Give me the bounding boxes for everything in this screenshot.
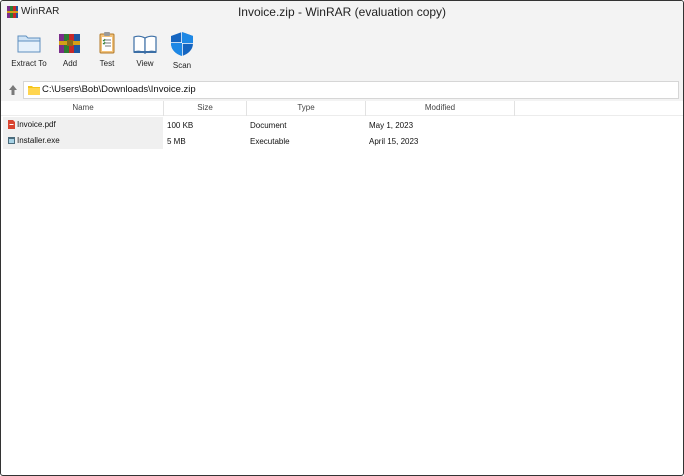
clipboard-checklist-icon	[99, 32, 115, 54]
column-name[interactable]: Name	[3, 103, 163, 112]
test-label: Test	[99, 59, 115, 68]
path-field[interactable]: C:\Users\Bob\Downloads\Invoice.zip	[23, 81, 679, 99]
column-type[interactable]: Type	[247, 103, 365, 112]
winrar-window: WinRAR Invoice.zip - WinRAR (evaluation …	[0, 0, 684, 476]
column-modified[interactable]: Modified	[366, 103, 514, 112]
view-label: View	[136, 59, 154, 68]
add-label: Add	[62, 59, 78, 68]
column-size[interactable]: Size	[164, 103, 246, 112]
up-arrow-icon[interactable]	[7, 83, 19, 97]
exe-file-icon	[8, 137, 15, 144]
column-header: Name Size Type Modified	[1, 101, 683, 116]
pdf-file-icon	[8, 120, 15, 129]
test-button[interactable]: Test	[93, 31, 121, 68]
file-size: 5 MB	[167, 137, 186, 146]
window-title: Invoice.zip - WinRAR (evaluation copy)	[237, 5, 447, 19]
file-row[interactable]: Installer.exe 5 MB Executable April 15, …	[1, 133, 683, 149]
scan-button[interactable]: Scan	[168, 31, 196, 70]
file-type: Document	[250, 121, 287, 130]
toolbar: Extract To Add Test View Scan	[1, 25, 683, 79]
archive-books-icon	[59, 34, 80, 53]
file-modified: May 1, 2023	[369, 121, 414, 130]
file-name: Invoice.pdf	[17, 120, 56, 129]
file-list: Invoice.pdf 100 KB Document May 1, 2023 …	[1, 117, 683, 475]
name-cell: Invoice.pdf	[3, 117, 163, 133]
extract-to-button[interactable]: Extract To	[9, 31, 49, 68]
add-button[interactable]: Add	[56, 31, 84, 68]
folder-icon	[28, 86, 40, 95]
scan-label: Scan	[172, 61, 192, 70]
file-name: Installer.exe	[17, 136, 60, 145]
file-modified: April 15, 2023	[369, 137, 419, 146]
shield-icon	[171, 32, 193, 56]
column-divider[interactable]	[514, 101, 515, 116]
open-book-icon	[133, 35, 157, 54]
extract-to-label: Extract To	[11, 59, 47, 68]
name-cell: Installer.exe	[3, 133, 163, 149]
extract-folder-icon	[17, 35, 41, 53]
address-bar: C:\Users\Bob\Downloads\Invoice.zip	[1, 79, 683, 101]
file-size: 100 KB	[167, 121, 194, 130]
view-button[interactable]: View	[131, 31, 159, 68]
path-text: C:\Users\Bob\Downloads\Invoice.zip	[42, 84, 196, 95]
title-bar: WinRAR Invoice.zip - WinRAR (evaluation …	[1, 1, 683, 25]
file-type: Executable	[250, 137, 290, 146]
file-row[interactable]: Invoice.pdf 100 KB Document May 1, 2023	[1, 117, 683, 133]
